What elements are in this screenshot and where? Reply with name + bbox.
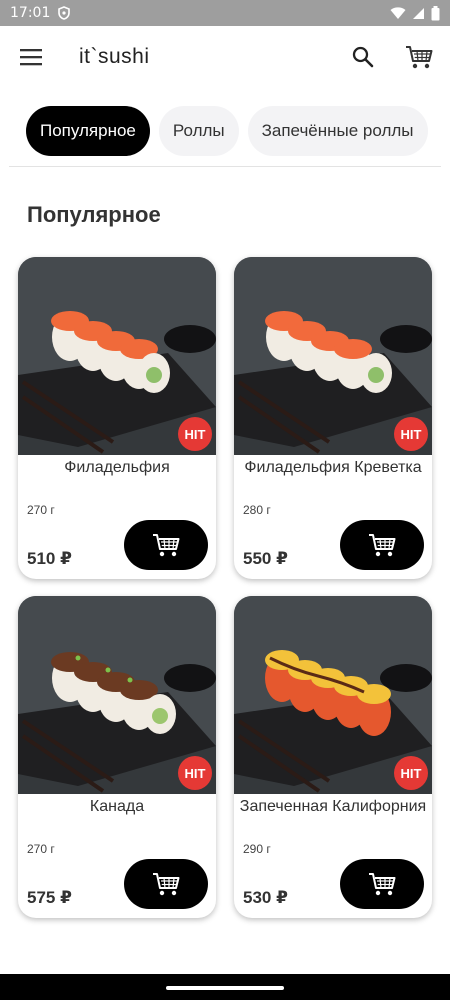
add-to-cart-button[interactable] — [124, 520, 208, 570]
category-tabs: Популярное Роллы Запечённые роллы — [26, 106, 428, 156]
hit-badge: HIT — [394, 417, 428, 451]
add-to-cart-button[interactable] — [340, 859, 424, 909]
menu-button[interactable] — [16, 42, 46, 72]
product-price: 550 ₽ — [243, 549, 288, 568]
hit-badge: HIT — [178, 417, 212, 451]
product-card[interactable]: HIT Запеченная Калифорния 290 г 530 ₽ — [234, 596, 432, 918]
tab-rolls[interactable]: Роллы — [158, 106, 239, 156]
cart-button[interactable] — [404, 42, 434, 72]
product-card[interactable]: HIT Филадельфия 270 г 510 ₽ — [18, 257, 216, 579]
battery-icon — [431, 5, 440, 20]
cart-icon — [369, 873, 396, 896]
tab-popular[interactable]: Популярное — [26, 106, 150, 156]
app-bar: it`sushi — [0, 26, 450, 88]
section-title: Популярное — [27, 202, 161, 227]
cart-icon — [153, 873, 180, 896]
tabs-divider — [9, 166, 441, 167]
menu-icon — [20, 49, 42, 66]
add-to-cart-button[interactable] — [340, 520, 424, 570]
search-icon — [352, 46, 374, 68]
navigation-bar — [0, 974, 450, 1000]
product-name: Канада — [89, 798, 145, 815]
hit-badge: HIT — [394, 756, 428, 790]
product-card[interactable]: HIT Канада 270 г 575 ₽ — [18, 596, 216, 918]
home-gesture-bar[interactable] — [166, 986, 284, 990]
search-button[interactable] — [348, 42, 378, 72]
tab-baked-rolls[interactable]: Запечённые роллы — [247, 106, 428, 156]
cart-icon — [153, 534, 180, 557]
product-weight: 270 г — [27, 503, 55, 517]
status-time: 17:01 — [10, 5, 51, 21]
product-weight: 280 г — [243, 503, 271, 517]
product-price: 575 ₽ — [27, 888, 72, 907]
signal-icon — [413, 7, 424, 19]
hit-badge: HIT — [178, 756, 212, 790]
wifi-icon — [390, 7, 406, 19]
product-price: 510 ₽ — [27, 549, 72, 568]
product-weight: 270 г — [27, 842, 55, 856]
product-name: Филадельфия Креветка — [244, 459, 422, 476]
product-weight: 290 г — [243, 842, 271, 856]
status-bar: 17:01 — [0, 0, 450, 26]
product-name: Филадельфия — [64, 459, 170, 476]
product-price: 530 ₽ — [243, 888, 288, 907]
cart-icon — [406, 46, 433, 69]
add-to-cart-button[interactable] — [124, 859, 208, 909]
app-title: it`sushi — [79, 45, 150, 68]
shield-icon — [58, 6, 71, 20]
product-card[interactable]: HIT Филадельфия Креветка 280 г 550 ₽ — [234, 257, 432, 579]
cart-icon — [369, 534, 396, 557]
product-name: Запеченная Калифорния — [239, 798, 427, 815]
